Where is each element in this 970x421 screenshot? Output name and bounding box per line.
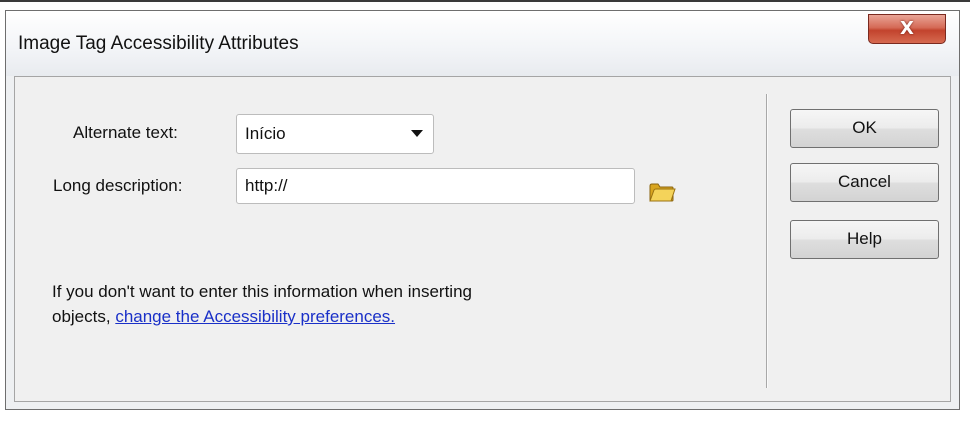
cancel-button[interactable]: Cancel xyxy=(790,163,939,202)
long-desc-value: http:// xyxy=(245,176,288,195)
ok-button[interactable]: OK xyxy=(790,109,939,148)
info-line-1: If you don't want to enter this informat… xyxy=(52,282,472,301)
accessibility-preferences-link[interactable]: change the Accessibility preferences. xyxy=(115,307,395,326)
help-button[interactable]: Help xyxy=(790,220,939,259)
long-desc-label: Long description: xyxy=(53,176,183,195)
title-bar[interactable]: Image Tag Accessibility Attributes X xyxy=(6,11,959,76)
info-line-2: objects, change the Accessibility prefer… xyxy=(52,304,472,329)
alt-text-label: Alternate text: xyxy=(73,123,178,142)
window-top-edge xyxy=(0,0,970,2)
chevron-down-icon[interactable] xyxy=(411,130,423,137)
info-text: If you don't want to enter this informat… xyxy=(52,279,472,329)
vertical-divider xyxy=(766,94,768,388)
info-line-2-prefix: objects, xyxy=(52,307,116,326)
close-button[interactable]: X xyxy=(868,14,946,44)
folder-icon[interactable] xyxy=(648,181,676,203)
dialog-content: Alternate text: Início Long description:… xyxy=(14,76,951,402)
alt-text-select[interactable]: Início xyxy=(236,114,434,154)
accessibility-dialog: Image Tag Accessibility Attributes X Alt… xyxy=(5,10,960,410)
dialog-title: Image Tag Accessibility Attributes xyxy=(18,33,299,54)
alt-text-value: Início xyxy=(245,124,286,143)
long-desc-input[interactable]: http:// xyxy=(236,168,635,204)
